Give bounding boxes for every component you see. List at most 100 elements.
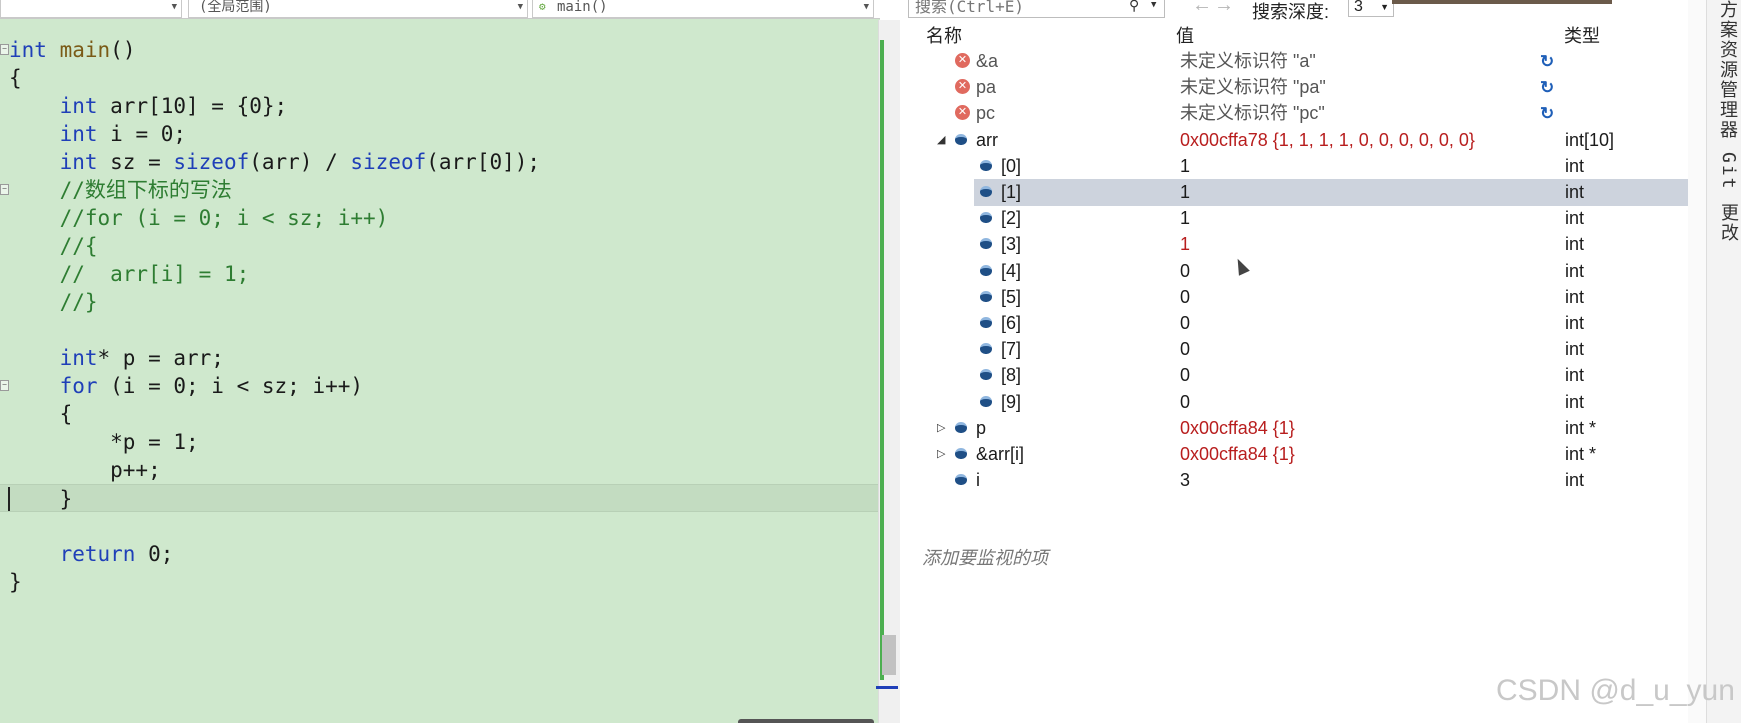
watch-search-input[interactable]: 搜索(Ctrl+E) ⚲ ▼ (908, 0, 1165, 18)
code-function-name: main (59, 38, 111, 62)
watch-row-name: i (976, 470, 980, 491)
watch-row-value[interactable]: 1 (1180, 230, 1190, 259)
watch-vertical-scrollbar[interactable] (1688, 0, 1706, 723)
watch-row-value[interactable]: 3 (1180, 466, 1190, 495)
code-line[interactable]: // arr[i] = 1; (0, 260, 878, 288)
code-line[interactable]: //for (i = 0; i < sz; i++) (0, 204, 878, 232)
code-line[interactable]: *p = 1; (0, 428, 878, 456)
refresh-icon[interactable]: ↻ (1540, 99, 1554, 128)
column-header-type[interactable]: 类型 (1564, 22, 1600, 48)
code-line[interactable]: − int main() (0, 36, 878, 64)
watch-row[interactable]: ◢ arr 0x00cffa78 {1, 1, 1, 1, 0, 0, 0, 0, … (900, 126, 1706, 155)
tab-solution-explorer[interactable]: 方案资源管理器 (1715, 0, 1741, 140)
code-line[interactable]: //{ (0, 232, 878, 260)
code-editor[interactable]: ▼ (全局范围) ▼ ⚙ main() ▼ − int main(){ int a… (0, 0, 901, 723)
watch-row[interactable]: [9] 0 int (900, 388, 1706, 417)
watch-row-value[interactable]: 0 (1180, 257, 1190, 286)
code-line[interactable]: − //数组下标的写法 (0, 176, 878, 204)
watch-row[interactable]: [5] 0 int (900, 283, 1706, 312)
watch-row-value[interactable]: 0 (1180, 309, 1190, 338)
code-line[interactable]: int arr[10] = {0}; (0, 92, 878, 120)
watch-row[interactable]: ✕ pc 未定义标识符 "pc" ↻ (900, 99, 1706, 128)
code-line[interactable]: //} (0, 288, 878, 316)
expanded-arrow-icon[interactable]: ◢ (937, 126, 945, 155)
watch-row-name: [5] (1001, 286, 1022, 307)
code-line[interactable]: { (0, 400, 878, 428)
watch-row-type: int (1565, 339, 1585, 360)
watch-row[interactable]: ▷ p 0x00cffa84 {1} int * (900, 414, 1706, 443)
watch-row-value[interactable]: 0 (1180, 361, 1190, 390)
search-icon[interactable]: ⚲ (1129, 0, 1139, 13)
watch-row[interactable]: [7] 0 int (900, 335, 1706, 364)
watch-row[interactable]: [6] 0 int (900, 309, 1706, 338)
watch-row[interactable]: [0] 1 int (900, 152, 1706, 181)
tab-git-changes[interactable]: Git 更改 (1715, 152, 1741, 243)
watch-row[interactable]: ✕ &a 未定义标识符 "a" ↻ (900, 47, 1706, 76)
watch-row[interactable]: i 3 int (900, 466, 1706, 495)
back-arrow-icon[interactable]: ← (1192, 0, 1212, 17)
code-area[interactable]: − int main(){ int arr[10] = {0}; int i = … (0, 36, 878, 596)
code-token: (arr) / (249, 150, 351, 174)
file-scope-value: (全局范围) (199, 0, 272, 15)
code-line[interactable]: } (0, 568, 878, 596)
code-line[interactable]: { (0, 64, 878, 92)
watch-row-value[interactable]: 1 (1180, 152, 1190, 181)
code-token: p++; (9, 458, 161, 482)
code-keyword: int (9, 38, 47, 62)
fold-toggle-icon[interactable]: − (0, 184, 9, 195)
code-line[interactable]: } (0, 484, 878, 512)
search-depth-select[interactable]: 3 ▼ (1348, 0, 1394, 17)
watch-row[interactable]: ▷ &arr[i] 0x00cffa84 {1} int * (900, 440, 1706, 469)
watch-row-name: [7] (1001, 339, 1022, 360)
project-scope-dropdown[interactable]: ▼ (0, 0, 182, 18)
file-scope-dropdown[interactable]: (全局范围) ▼ (188, 0, 528, 18)
watch-row-value[interactable]: 1 (1180, 204, 1190, 233)
search-depth-label: 搜索深度: (1252, 2, 1330, 22)
code-line[interactable]: int sz = sizeof(arr) / sizeof(arr[0]); (0, 148, 878, 176)
watch-row-value[interactable]: 0x00cffa84 {1} (1180, 414, 1295, 443)
variable-icon (980, 395, 992, 407)
editor-bottom-tab[interactable] (738, 719, 874, 723)
forward-arrow-icon[interactable]: → (1214, 0, 1234, 17)
variable-icon (980, 159, 992, 171)
watch-row-value[interactable]: 0 (1180, 283, 1190, 312)
watch-row-value[interactable]: 0x00cffa84 {1} (1180, 440, 1295, 469)
watch-row-name: pc (976, 103, 996, 124)
watch-row-value[interactable]: 未定义标识符 "a" (1180, 47, 1316, 76)
code-line[interactable]: return 0; (0, 540, 878, 568)
watch-row-value[interactable]: 未定义标识符 "pc" (1180, 99, 1325, 128)
watch-row-value[interactable]: 0 (1180, 388, 1190, 417)
watch-row[interactable]: [8] 0 int (900, 361, 1706, 390)
code-line[interactable] (0, 512, 878, 540)
code-line[interactable]: p++; (0, 456, 878, 484)
editor-scroll-thumb[interactable] (882, 635, 896, 675)
code-keyword: int (59, 346, 98, 370)
watch-row[interactable]: ✕ pa 未定义标识符 "pa" ↻ (900, 73, 1706, 102)
refresh-icon[interactable]: ↻ (1540, 73, 1554, 102)
column-header-value[interactable]: 值 (1176, 22, 1194, 48)
column-header-name[interactable]: 名称 (926, 22, 962, 48)
watch-row-value[interactable]: 0 (1180, 335, 1190, 364)
watch-row[interactable]: [2] 1 int (900, 204, 1706, 233)
watch-row[interactable]: [3] 1 int (900, 230, 1706, 259)
code-line[interactable]: − for (i = 0; i < sz; i++) (0, 372, 878, 400)
watch-row[interactable]: [4] 0 int (900, 257, 1706, 286)
code-line[interactable] (0, 316, 878, 344)
expand-arrow-icon[interactable]: ▷ (937, 440, 945, 469)
fold-toggle-icon[interactable]: − (0, 44, 9, 55)
chevron-down-icon[interactable]: ▼ (1151, 0, 1156, 12)
watch-row-value[interactable]: 1 (1180, 178, 1190, 207)
expand-arrow-icon[interactable]: ▷ (937, 414, 945, 443)
add-watch-item[interactable]: 添加要监视的项 (922, 544, 1048, 570)
watch-row-value[interactable]: 未定义标识符 "pa" (1180, 73, 1326, 102)
code-keyword: sizeof (173, 150, 250, 174)
fold-toggle-icon[interactable]: − (0, 380, 9, 391)
watch-row-value[interactable]: 0x00cffa78 {1, 1, 1, 1, 0, 0, 0, 0, 0, 0… (1180, 126, 1475, 155)
function-dropdown[interactable]: ⚙ main() ▼ (532, 0, 874, 18)
watch-row[interactable]: [1] 1 int (900, 178, 1706, 207)
code-token: arr[10] = {0}; (97, 94, 288, 118)
code-line[interactable]: int i = 0; (0, 120, 878, 148)
refresh-icon[interactable]: ↻ (1540, 47, 1554, 76)
code-line[interactable]: int* p = arr; (0, 344, 878, 372)
